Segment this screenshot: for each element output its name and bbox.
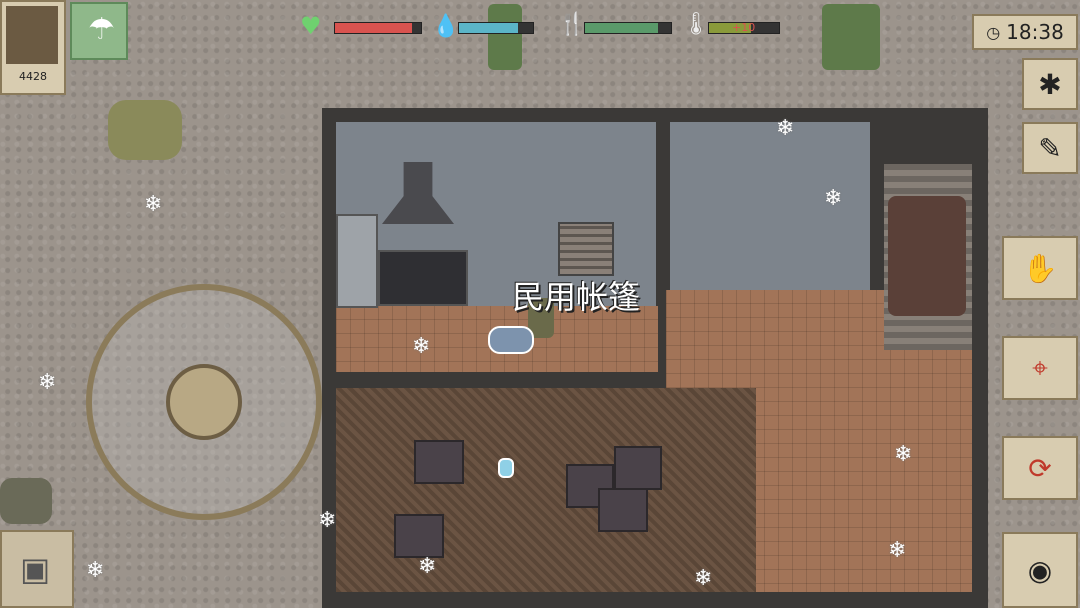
zombie — [488, 4, 522, 70]
reload-icon: ⟳ — [1028, 451, 1052, 485]
refrigerator — [336, 214, 378, 308]
snowflake: ❄ — [38, 370, 57, 395]
location-label: 民用帐篷 — [512, 278, 641, 316]
supply-drop-button[interactable]: ☂ — [70, 2, 128, 60]
clock-time: 18:38 — [1006, 20, 1064, 44]
joystick-knob[interactable] — [166, 364, 242, 440]
fork-knife-icon: 🍴 — [558, 12, 586, 37]
journal-icon: ✎ — [1038, 131, 1062, 165]
loot-item[interactable] — [498, 458, 514, 478]
parachute-icon: ☂ — [88, 12, 115, 47]
table — [394, 514, 444, 558]
snowflake: ❄ — [144, 192, 163, 217]
snowflake: ❄ — [894, 442, 913, 467]
vent — [558, 222, 614, 276]
snowflake: ❄ — [776, 116, 795, 141]
dog-companion — [488, 326, 534, 354]
snowflake: ❄ — [694, 566, 713, 591]
soldier-avatar-icon[interactable] — [6, 6, 58, 64]
storage-floor — [336, 388, 756, 592]
temperature-delta: +10 — [732, 21, 756, 34]
backpack-icon: ▣ — [20, 550, 51, 588]
snowflake: ❄ — [418, 554, 437, 579]
camera-icon: ◉ — [1027, 553, 1053, 587]
snowflake: ❄ — [318, 508, 337, 533]
clock-icon: ◷ — [986, 22, 1001, 42]
journal-button[interactable]: ✎ — [1022, 122, 1078, 174]
camera-weapon-button[interactable]: ◉ — [1002, 532, 1078, 608]
zombie — [822, 4, 880, 70]
water-bar — [458, 22, 534, 34]
crosshair-icon: ⌖ — [1032, 351, 1048, 384]
interact-hand-button[interactable]: ✋ — [1002, 236, 1078, 300]
table — [414, 440, 464, 484]
gear-icon: ✱ — [1038, 67, 1062, 101]
player-score: 4428 — [19, 70, 47, 83]
food-bar — [584, 22, 672, 34]
bush — [108, 100, 182, 160]
collapsed-debris — [888, 196, 966, 316]
clock-panel: ◷ 18:38 — [972, 14, 1078, 50]
table — [614, 446, 662, 490]
backpack-button[interactable]: ▣ — [0, 530, 74, 608]
water-drop-icon: 💧 — [432, 14, 460, 39]
aim-crosshair-button[interactable]: ⌖ — [1002, 336, 1078, 400]
stove — [378, 250, 468, 306]
hand-icon: ✋ — [1022, 251, 1058, 285]
rubble — [0, 478, 52, 524]
snowflake: ❄ — [824, 186, 843, 211]
health-bar — [334, 22, 422, 34]
settings-button[interactable]: ✱ — [1022, 58, 1078, 110]
thermometer-icon: 🌡 — [682, 12, 710, 37]
snowflake: ❄ — [412, 334, 431, 359]
table — [598, 488, 648, 532]
health-icon: ♥ — [300, 12, 322, 40]
snowflake: ❄ — [86, 558, 105, 583]
snowflake: ❄ — [888, 538, 907, 563]
reload-weapon-button[interactable]: ⟳ — [1002, 436, 1078, 500]
